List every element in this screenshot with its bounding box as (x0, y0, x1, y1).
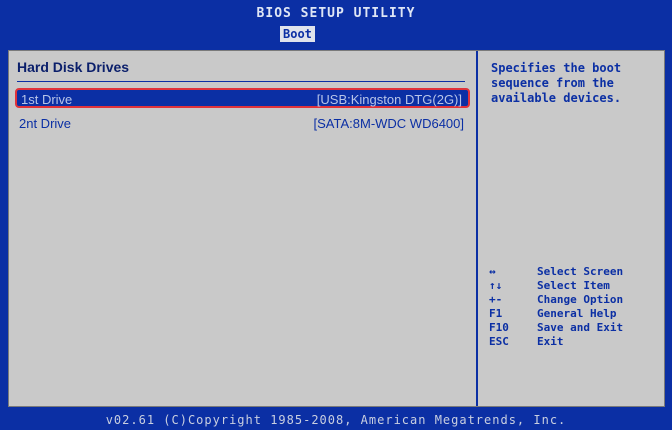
drive-value[interactable]: [SATA:8M-WDC WD6400] (314, 116, 464, 131)
key-description: Exit (537, 335, 564, 348)
key-name: +- (489, 293, 503, 306)
help-text: Specifies the boot sequence from the ava… (491, 61, 622, 105)
section-divider (17, 81, 465, 82)
boot-drive-row-2[interactable]: 2nt Drive [SATA:8M-WDC WD6400] (15, 114, 470, 134)
bios-title: BIOS SETUP UTILITY (256, 6, 416, 21)
key-legend-row: ↔ Select Screen (489, 265, 661, 279)
key-name: ↔ (489, 265, 496, 278)
copyright-footer: v02.61 (C)Copyright 1985-2008, American … (105, 413, 567, 427)
key-name: F10 (489, 321, 509, 334)
drive-label: 1st Drive (21, 92, 73, 107)
drive-label: 2nt Drive (19, 116, 72, 131)
key-legend-row: ESC Exit (489, 335, 661, 349)
key-description: Save and Exit (537, 321, 624, 334)
key-name: ↑↓ (489, 279, 503, 292)
key-name: ESC (489, 335, 509, 348)
tab-boot[interactable]: Boot (280, 26, 315, 42)
title-bar: BIOS SETUP UTILITY Boot (0, 0, 672, 46)
key-legend-row: F10 Save and Exit (489, 321, 661, 335)
section-title: Hard Disk Drives (17, 59, 130, 75)
settings-pane: Hard Disk Drives 1st Drive [USB:Kingston… (9, 51, 477, 406)
key-legend: ↔ Select Screen ↑↓ Select Item +- Change… (489, 265, 661, 349)
key-legend-row: +- Change Option (489, 293, 661, 307)
boot-drive-row-1[interactable]: 1st Drive [USB:Kingston DTG(2G)] (15, 88, 470, 108)
key-legend-row: ↑↓ Select Item (489, 279, 661, 293)
key-description: General Help (537, 307, 617, 320)
key-description: Select Screen (537, 265, 624, 278)
help-pane: Specifies the boot sequence from the ava… (479, 51, 664, 406)
drive-value[interactable]: [USB:Kingston DTG(2G)] (317, 92, 462, 107)
key-description: Change Option (537, 293, 624, 306)
main-panel: Hard Disk Drives 1st Drive [USB:Kingston… (8, 50, 665, 407)
key-name: F1 (489, 307, 503, 320)
pane-divider (476, 51, 478, 406)
key-description: Select Item (537, 279, 610, 292)
key-legend-row: F1 General Help (489, 307, 661, 321)
